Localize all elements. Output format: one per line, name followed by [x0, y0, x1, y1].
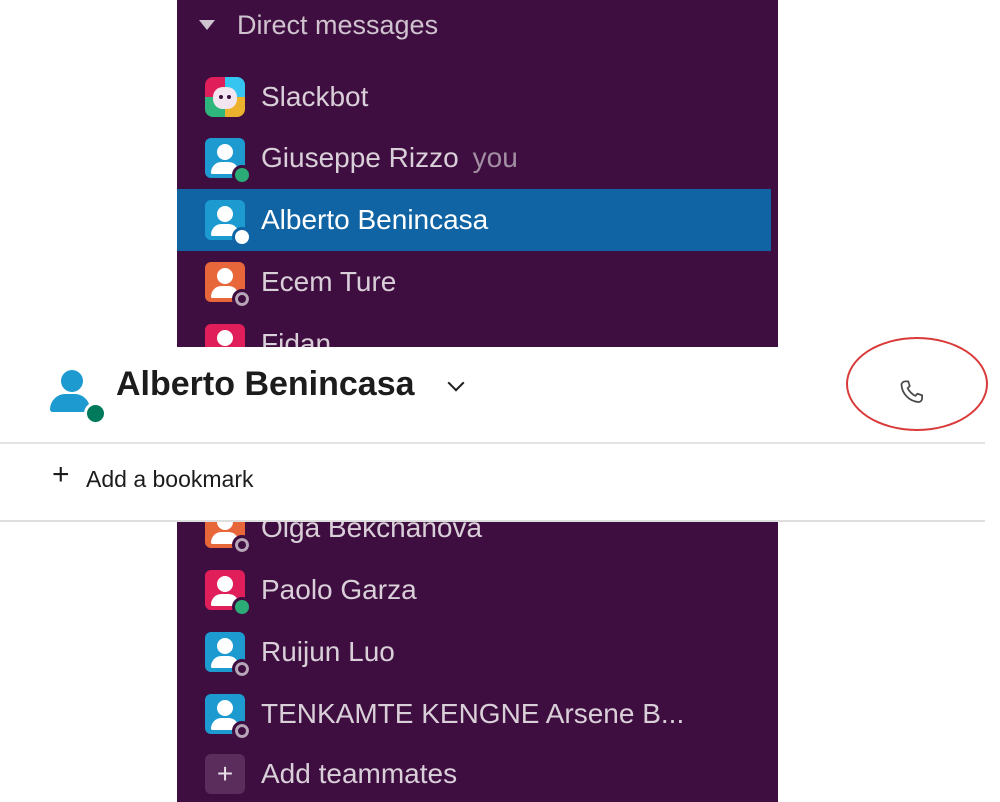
- user-avatar-icon[interactable]: [46, 364, 107, 425]
- conversation-header-panel: Alberto Benincasa + Add a bookmark: [0, 337, 1000, 522]
- user-avatar-icon: [205, 694, 252, 741]
- dm-item-label: Alberto Benincasa: [261, 204, 489, 235]
- call-button[interactable]: [890, 370, 934, 414]
- dm-item-alberto-benincasa[interactable]: Alberto Benincasa: [177, 189, 771, 251]
- presence-away-icon: [232, 535, 252, 555]
- user-avatar-icon: [205, 262, 252, 309]
- phone-icon: [900, 380, 923, 403]
- plus-icon: +: [52, 458, 70, 491]
- add-teammates-label: Add teammates: [261, 758, 458, 789]
- caret-down-icon[interactable]: [199, 20, 215, 30]
- dm-item-label: Paolo Garza: [261, 574, 417, 605]
- plus-icon: +: [205, 754, 245, 794]
- user-avatar-icon: [205, 200, 252, 247]
- presence-away-icon: [232, 721, 252, 741]
- user-avatar-icon: [205, 570, 252, 617]
- chevron-down-icon[interactable]: [447, 374, 465, 392]
- presence-active-icon: [232, 227, 252, 247]
- presence-away-icon: [232, 659, 252, 679]
- dm-item-ruijun-luo[interactable]: Ruijun Luo: [177, 621, 771, 683]
- presence-away-icon: [232, 289, 252, 309]
- slackbot-logo-icon: [205, 77, 245, 117]
- add-bookmark-button[interactable]: + Add a bookmark: [0, 444, 985, 522]
- dm-item-ecem-ture[interactable]: Ecem Ture: [177, 251, 771, 313]
- you-tag: you: [472, 142, 518, 173]
- channel-header: Alberto Benincasa: [0, 337, 988, 444]
- dm-item-label: Ruijun Luo: [261, 636, 395, 667]
- dm-item-giuseppe-rizzo[interactable]: Giuseppe Rizzo you: [177, 127, 771, 189]
- conversation-title[interactable]: Alberto Benincasa: [116, 365, 415, 404]
- dm-item-paolo-garza[interactable]: Paolo Garza: [177, 559, 771, 621]
- dm-item-label: Slackbot: [261, 81, 369, 112]
- dm-item-label: TENKAMTE KENGNE Arsene B...: [261, 698, 685, 729]
- direct-messages-section-header[interactable]: Direct messages: [177, 0, 778, 50]
- presence-online-icon: [232, 165, 252, 185]
- dm-item-tenkamte-kengne[interactable]: TENKAMTE KENGNE Arsene B...: [177, 683, 771, 745]
- user-avatar-icon: [205, 138, 252, 185]
- section-title: Direct messages: [237, 9, 439, 40]
- add-bookmark-label: Add a bookmark: [86, 466, 254, 492]
- dm-item-slackbot[interactable]: Slackbot: [177, 66, 771, 128]
- dm-item-label: Ecem Ture: [261, 266, 397, 297]
- user-avatar-icon: [205, 632, 252, 679]
- presence-online-icon: [232, 597, 252, 617]
- dm-item-label: Giuseppe Rizzo: [261, 142, 459, 173]
- add-teammates-button[interactable]: + Add teammates: [177, 743, 771, 802]
